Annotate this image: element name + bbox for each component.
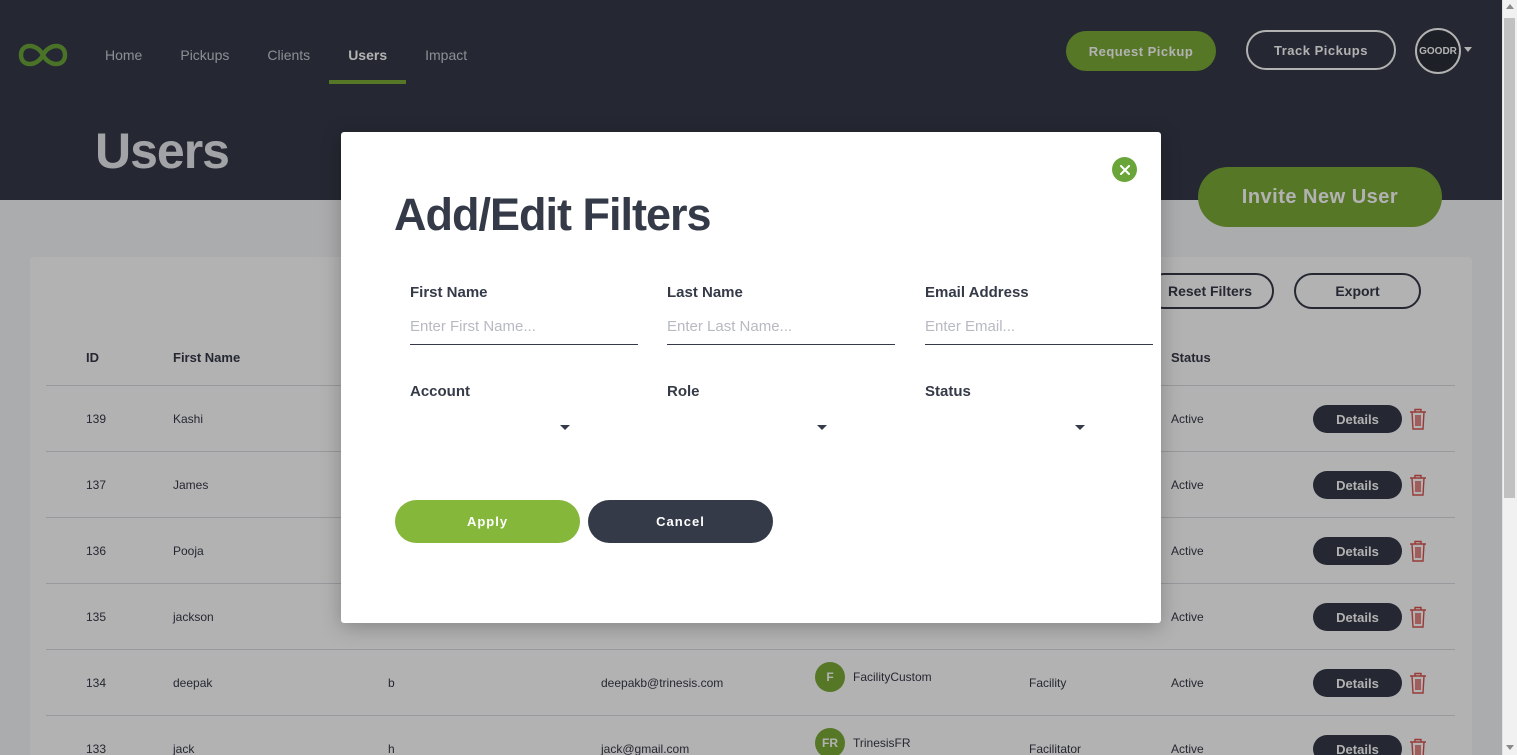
scrollbar-thumb[interactable] bbox=[1504, 18, 1515, 498]
last-name-input[interactable] bbox=[667, 309, 895, 345]
apply-button[interactable]: Apply bbox=[395, 500, 580, 543]
modal-title: Add/Edit Filters bbox=[394, 189, 712, 240]
first-name-input[interactable] bbox=[410, 309, 638, 345]
status-label: Status bbox=[925, 383, 971, 400]
cancel-button[interactable]: Cancel bbox=[588, 500, 773, 543]
email-input[interactable] bbox=[925, 309, 1153, 345]
account-select[interactable] bbox=[410, 416, 570, 440]
status-select[interactable] bbox=[925, 416, 1085, 440]
chevron-down-icon bbox=[1075, 425, 1085, 430]
close-icon[interactable] bbox=[1112, 157, 1137, 182]
account-label: Account bbox=[410, 383, 470, 400]
role-label: Role bbox=[667, 383, 700, 400]
email-address-label: Email Address bbox=[925, 284, 1029, 301]
scroll-up-arrow-icon[interactable] bbox=[1506, 4, 1514, 9]
scroll-down-arrow-icon[interactable] bbox=[1506, 745, 1514, 750]
last-name-label: Last Name bbox=[667, 284, 743, 301]
filters-modal: Add/Edit Filters First Name Last Name Em… bbox=[341, 132, 1161, 623]
chevron-down-icon bbox=[817, 425, 827, 430]
first-name-label: First Name bbox=[410, 284, 488, 301]
role-select[interactable] bbox=[667, 416, 827, 440]
chevron-down-icon bbox=[560, 425, 570, 430]
